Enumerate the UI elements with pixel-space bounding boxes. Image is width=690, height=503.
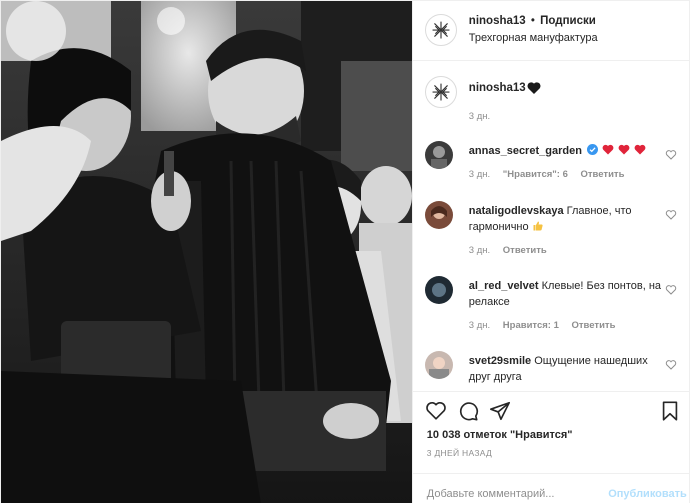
comment-meta: 3 дн. Нравится: 1 Ответить: [469, 320, 626, 331]
heart-outline-icon[interactable]: [665, 149, 677, 161]
comment-icon[interactable]: [457, 400, 479, 422]
avatar-photo: [424, 141, 453, 169]
avatar-photo: [424, 276, 453, 304]
author-avatar[interactable]: [424, 14, 457, 46]
post-actions: 10 038 отметок "Нравится" 3 ДНЕЙ НАЗАД: [412, 391, 690, 463]
logo-pattern-icon: [432, 83, 450, 101]
instagram-post: ninosha13 • Подписки Трехгорная мануфакт…: [0, 0, 690, 503]
comment-username[interactable]: al_red_velvet: [469, 280, 539, 292]
heart-outline-icon[interactable]: [665, 284, 677, 296]
black-heart-emoji-icon: [527, 82, 541, 94]
avatar-photo: [424, 201, 453, 229]
commenter-avatar[interactable]: [424, 276, 453, 304]
add-comment-bar: Добавьте комментарий... Опубликовать: [412, 473, 690, 503]
photo-black-white-people: [1, 1, 412, 503]
comment-username[interactable]: annas_secret_garden: [469, 145, 582, 157]
reply-button[interactable]: Ответить: [572, 320, 616, 331]
red-heart-emoji-icon: [634, 144, 646, 155]
comment-time: 3 дн.: [468, 169, 491, 180]
author-username[interactable]: ninosha13: [469, 15, 526, 27]
verified-badge-icon: [586, 144, 598, 155]
comment-meta: 3 дн. Ответить: [469, 245, 557, 256]
comment-time: 3 дн.: [468, 245, 491, 256]
comment-body: nataligodlevskaya Главное, что гармоничн…: [469, 203, 669, 235]
comment-body: annas_secret_garden: [469, 143, 669, 159]
publish-button[interactable]: Опубликовать: [608, 488, 687, 500]
comment-username[interactable]: nataligodlevskaya: [469, 205, 564, 217]
heart-outline-icon[interactable]: [665, 209, 677, 221]
post-side-panel: ninosha13 • Подписки Трехгорная мануфакт…: [411, 1, 690, 503]
comment-like-count[interactable]: "Нравится": 6: [503, 169, 568, 180]
heart-outline-icon[interactable]: [665, 359, 677, 371]
likes-count[interactable]: 10 038 отметок "Нравится": [427, 429, 573, 441]
comment-time: 3 дн.: [468, 320, 491, 331]
bookmark-icon[interactable]: [659, 400, 681, 422]
caption-author-avatar[interactable]: [424, 76, 457, 108]
red-heart-emoji-icon: [618, 144, 630, 155]
caption-time: 3 дн.: [468, 111, 491, 122]
heart-outline-icon[interactable]: [425, 400, 447, 422]
follow-status-button[interactable]: Подписки: [540, 15, 596, 27]
thumbs-up-emoji-icon: [533, 221, 543, 231]
post-date: 3 ДНЕЙ НАЗАД: [426, 448, 493, 458]
share-icon[interactable]: [489, 400, 511, 422]
caption-username[interactable]: ninosha13: [469, 82, 526, 94]
reply-button[interactable]: Ответить: [581, 169, 625, 180]
post-photo[interactable]: [1, 1, 412, 503]
comments-list[interactable]: annas_secret_garden 3 дн. "Нравится": 6 …: [413, 131, 690, 391]
add-comment-input[interactable]: Добавьте комментарий...: [427, 488, 555, 500]
logo-pattern-icon: [432, 21, 450, 39]
commenter-avatar[interactable]: [424, 201, 453, 229]
comment-like-count[interactable]: Нравится: 1: [503, 320, 559, 331]
separator-dot: •: [530, 15, 535, 27]
commenter-avatar[interactable]: [424, 351, 453, 379]
post-location[interactable]: Трехгорная мануфактура: [469, 32, 598, 44]
comment-body: svet29smile Ощущение нашедших друг друга: [469, 353, 669, 385]
comment-meta: 3 дн. "Нравится": 6 Ответить: [469, 169, 635, 180]
comment-username[interactable]: svet29smile: [469, 355, 531, 367]
comment-body: al_red_velvet Клевые! Без понтов, на рел…: [469, 278, 669, 310]
post-header: ninosha13 • Подписки Трехгорная мануфакт…: [412, 1, 690, 61]
reply-button[interactable]: Ответить: [503, 245, 547, 256]
red-heart-emoji-icon: [602, 144, 614, 155]
header-user-line: ninosha13 • Подписки: [469, 15, 596, 27]
commenter-avatar[interactable]: [424, 141, 453, 169]
avatar-photo: [424, 351, 453, 379]
